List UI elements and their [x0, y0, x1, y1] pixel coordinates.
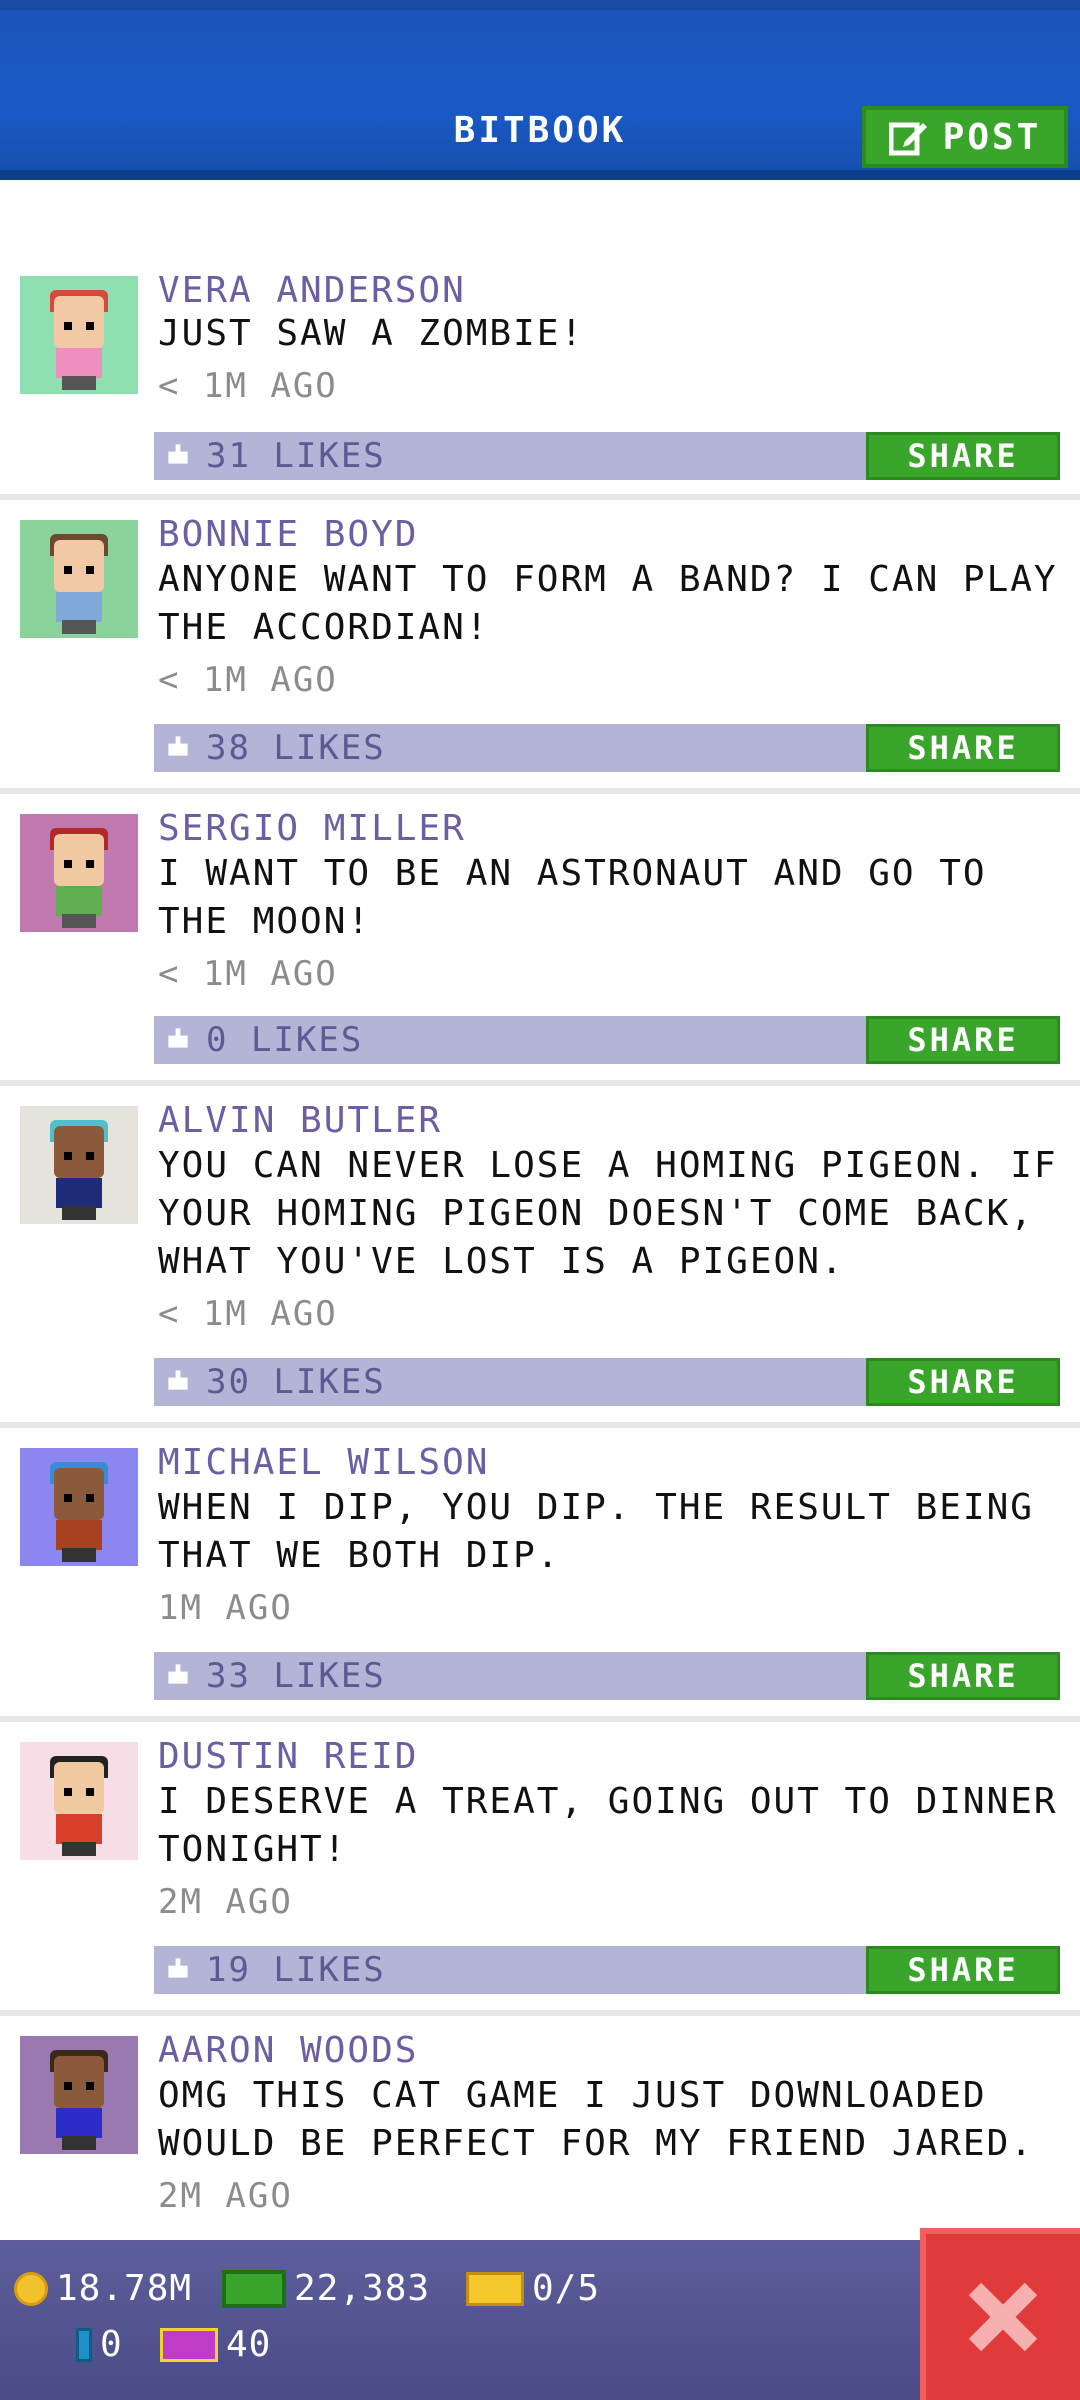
tickets-value: 0/5	[532, 2268, 601, 2309]
share-button[interactable]: SHARE	[866, 724, 1060, 772]
post-message: JUST SAW A ZOMBIE!	[158, 313, 585, 354]
likes-bar: 31 LIKES SHARE	[154, 432, 1060, 480]
status-bar: 18.78M 22,383 0/5 0 40	[0, 2240, 1080, 2400]
poster-name[interactable]: SERGIO MILLER	[158, 808, 466, 849]
post-time: < 1M AGO	[158, 366, 338, 406]
close-icon	[968, 2282, 1038, 2352]
likes-count: 0 LIKES	[206, 1020, 364, 1060]
avatar[interactable]	[20, 814, 138, 932]
poster-name[interactable]: MICHAEL WILSON	[158, 1442, 489, 1483]
share-button[interactable]: SHARE	[866, 1946, 1060, 1994]
vip-icon	[160, 2327, 218, 2362]
feed-list[interactable]: VERA ANDERSON JUST SAW A ZOMBIE! < 1M AG…	[0, 170, 1080, 2240]
post-time: 1M AGO	[158, 1588, 293, 1628]
post-time: < 1M AGO	[158, 954, 338, 994]
thumbs-up-icon	[168, 444, 188, 464]
gems-stat: 0	[76, 2324, 123, 2365]
likes-count: 31 LIKES	[206, 436, 386, 476]
bux-cash-value: 22,383	[294, 2268, 431, 2309]
likes-bar: 0 LIKES SHARE	[154, 1016, 1060, 1064]
post-message: I WANT TO BE AN ASTRONAUT AND GO TO THE …	[158, 853, 1011, 942]
feed-post: MICHAEL WILSON WHEN I DIP, YOU DIP. THE …	[0, 1428, 1080, 1722]
post-time: < 1M AGO	[158, 660, 338, 700]
avatar[interactable]	[20, 2036, 138, 2154]
cash-icon	[222, 2269, 286, 2308]
poster-name[interactable]: AARON WOODS	[158, 2030, 418, 2071]
likes-count: 38 LIKES	[206, 728, 386, 768]
post-message: OMG THIS CAT GAME I JUST DOWNLOADED WOUL…	[158, 2075, 1034, 2164]
gems-value: 0	[100, 2324, 123, 2365]
post-message: ANYONE WANT TO FORM A BAND? I CAN PLAY T…	[158, 559, 1080, 648]
vip-value: 40	[226, 2324, 272, 2365]
post-message: WHEN I DIP, YOU DIP. THE RESULT BEING TH…	[158, 1487, 1058, 1576]
share-button[interactable]: SHARE	[866, 432, 1060, 480]
likes-count: 19 LIKES	[206, 1950, 386, 1990]
feed-post: VERA ANDERSON JUST SAW A ZOMBIE! < 1M AG…	[0, 270, 1080, 500]
likes-count: 30 LIKES	[206, 1362, 386, 1402]
poster-name[interactable]: ALVIN BUTLER	[158, 1100, 442, 1141]
feed-post: ALVIN BUTLER YOU CAN NEVER LOSE A HOMING…	[0, 1086, 1080, 1428]
thumbs-up-icon	[168, 736, 188, 756]
feed-post: AARON WOODS OMG THIS CAT GAME I JUST DOW…	[0, 2016, 1080, 2240]
post-time: 2M AGO	[158, 2176, 293, 2216]
poster-name[interactable]: BONNIE BOYD	[158, 514, 418, 555]
coins-stat: 18.78M	[14, 2268, 192, 2309]
tickets-stat: 0/5	[466, 2268, 600, 2309]
thumbs-up-icon	[168, 1958, 188, 1978]
post-time: 2M AGO	[158, 1882, 293, 1922]
share-button[interactable]: SHARE	[866, 1016, 1060, 1064]
poster-name[interactable]: VERA ANDERSON	[158, 270, 466, 311]
feed-post: DUSTIN REID I DESERVE A TREAT, GOING OUT…	[0, 1722, 1080, 2016]
share-button[interactable]: SHARE	[866, 1358, 1060, 1406]
vip-stat: 40	[160, 2324, 271, 2365]
avatar[interactable]	[20, 276, 138, 394]
post-button[interactable]: POST	[862, 106, 1068, 168]
avatar[interactable]	[20, 520, 138, 638]
poster-name[interactable]: DUSTIN REID	[158, 1736, 418, 1777]
avatar[interactable]	[20, 1742, 138, 1860]
avatar[interactable]	[20, 1448, 138, 1566]
close-button[interactable]	[920, 2228, 1080, 2400]
thumbs-up-icon	[168, 1028, 188, 1048]
post-message: I DESERVE A TREAT, GOING OUT TO DINNER T…	[158, 1781, 1080, 1870]
thumbs-up-icon	[168, 1370, 188, 1390]
likes-bar: 38 LIKES SHARE	[154, 724, 1060, 772]
app-header: BITBOOK POST	[0, 0, 1080, 180]
likes-bar: 33 LIKES SHARE	[154, 1652, 1060, 1700]
ticket-icon	[466, 2271, 524, 2306]
post-button-label: POST	[942, 116, 1042, 158]
likes-count: 33 LIKES	[206, 1656, 386, 1696]
coin-icon	[14, 2271, 48, 2306]
gem-icon	[76, 2327, 92, 2362]
post-time: < 1M AGO	[158, 1294, 338, 1334]
likes-bar: 30 LIKES SHARE	[154, 1358, 1060, 1406]
feed-post: BONNIE BOYD ANYONE WANT TO FORM A BAND? …	[0, 500, 1080, 794]
share-button[interactable]: SHARE	[866, 1652, 1060, 1700]
avatar[interactable]	[20, 1106, 138, 1224]
coins-value: 18.78M	[56, 2268, 193, 2309]
likes-bar: 19 LIKES SHARE	[154, 1946, 1060, 1994]
bux-cash-stat: 22,383	[222, 2268, 430, 2309]
post-message: YOU CAN NEVER LOSE A HOMING PIGEON. IF Y…	[158, 1145, 1080, 1282]
thumbs-up-icon	[168, 1664, 188, 1684]
feed-post: SERGIO MILLER I WANT TO BE AN ASTRONAUT …	[0, 794, 1080, 1086]
edit-icon	[888, 122, 927, 156]
